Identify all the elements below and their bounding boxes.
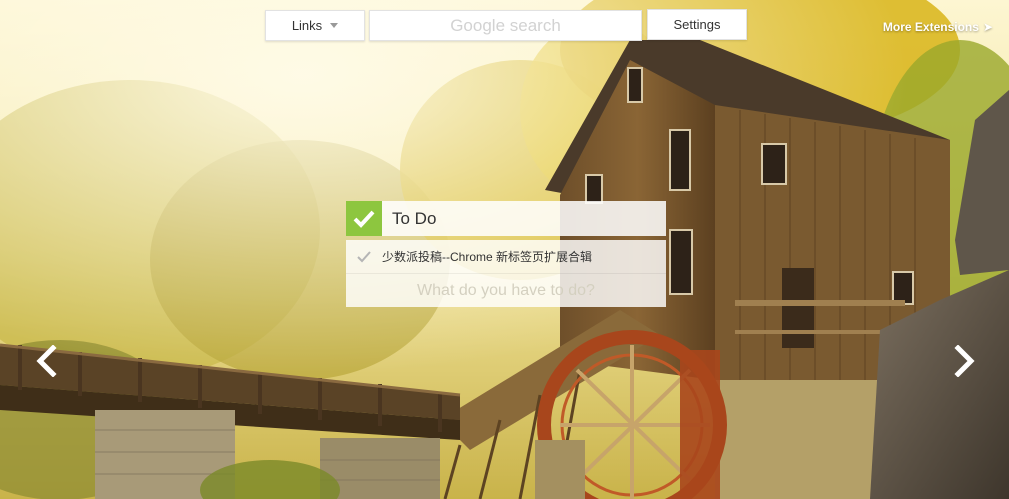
links-label: Links bbox=[291, 18, 323, 33]
chevron-down-icon bbox=[330, 23, 339, 28]
arrow-right-icon: ➤ bbox=[982, 20, 993, 34]
todo-list: 少数派投稿--Chrome 新标签页扩展合辑 bbox=[346, 240, 666, 307]
settings-label: Settings bbox=[673, 17, 721, 32]
new-todo-input[interactable] bbox=[346, 274, 666, 307]
new-tab-page: Links Settings More Extensions ➤ To Do bbox=[0, 0, 1009, 499]
google-search-input[interactable] bbox=[369, 10, 642, 41]
checkmark-icon bbox=[346, 201, 382, 236]
todo-header: To Do bbox=[346, 201, 666, 236]
settings-button[interactable]: Settings bbox=[647, 9, 747, 40]
todo-item-text: 少数派投稿--Chrome 新标签页扩展合辑 bbox=[382, 250, 593, 264]
todo-title: To Do bbox=[392, 208, 437, 228]
item-done-check-icon[interactable] bbox=[346, 250, 382, 263]
chevron-right-icon[interactable] bbox=[952, 345, 976, 377]
chevron-left-icon[interactable] bbox=[35, 345, 59, 377]
todo-widget: To Do 少数派投稿--Chrome 新标签页扩展合辑 bbox=[346, 201, 666, 307]
links-dropdown-button[interactable]: Links bbox=[265, 10, 365, 41]
more-extensions-link[interactable]: More Extensions ➤ bbox=[883, 20, 993, 34]
more-extensions-label: More Extensions bbox=[882, 20, 979, 34]
todo-item[interactable]: 少数派投稿--Chrome 新标签页扩展合辑 bbox=[346, 240, 666, 274]
